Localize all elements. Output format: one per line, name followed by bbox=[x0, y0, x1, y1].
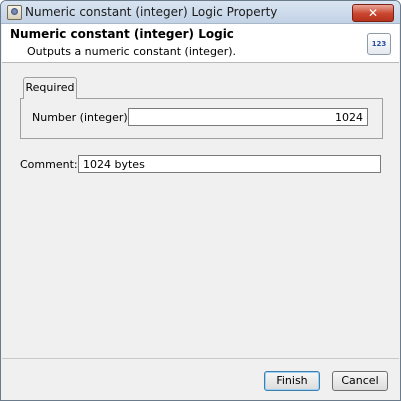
dialog-window: Numeric constant (integer) Logic Propert… bbox=[0, 0, 401, 401]
header-title: Numeric constant (integer) Logic bbox=[10, 27, 234, 41]
number-label: Number (integer): bbox=[32, 111, 132, 124]
close-button[interactable]: ✕ bbox=[352, 4, 394, 22]
comment-input[interactable] bbox=[78, 155, 381, 173]
number-input[interactable] bbox=[128, 108, 368, 126]
dialog-header: Numeric constant (integer) Logic Outputs… bbox=[2, 24, 399, 63]
title-bar[interactable]: Numeric constant (integer) Logic Propert… bbox=[1, 1, 400, 24]
header-description: Outputs a numeric constant (integer). bbox=[27, 45, 236, 58]
cancel-button[interactable]: Cancel bbox=[332, 371, 388, 391]
finish-button[interactable]: Finish bbox=[264, 371, 320, 391]
footer-divider bbox=[2, 358, 399, 359]
java-app-icon bbox=[7, 5, 22, 20]
numeric-logic-icon: 123 bbox=[367, 33, 391, 55]
comment-label: Comment: bbox=[20, 158, 78, 171]
tab-joint bbox=[24, 97, 75, 99]
window-title: Numeric constant (integer) Logic Propert… bbox=[25, 5, 278, 19]
tab-required[interactable]: Required bbox=[23, 77, 77, 99]
close-icon: ✕ bbox=[367, 6, 379, 20]
